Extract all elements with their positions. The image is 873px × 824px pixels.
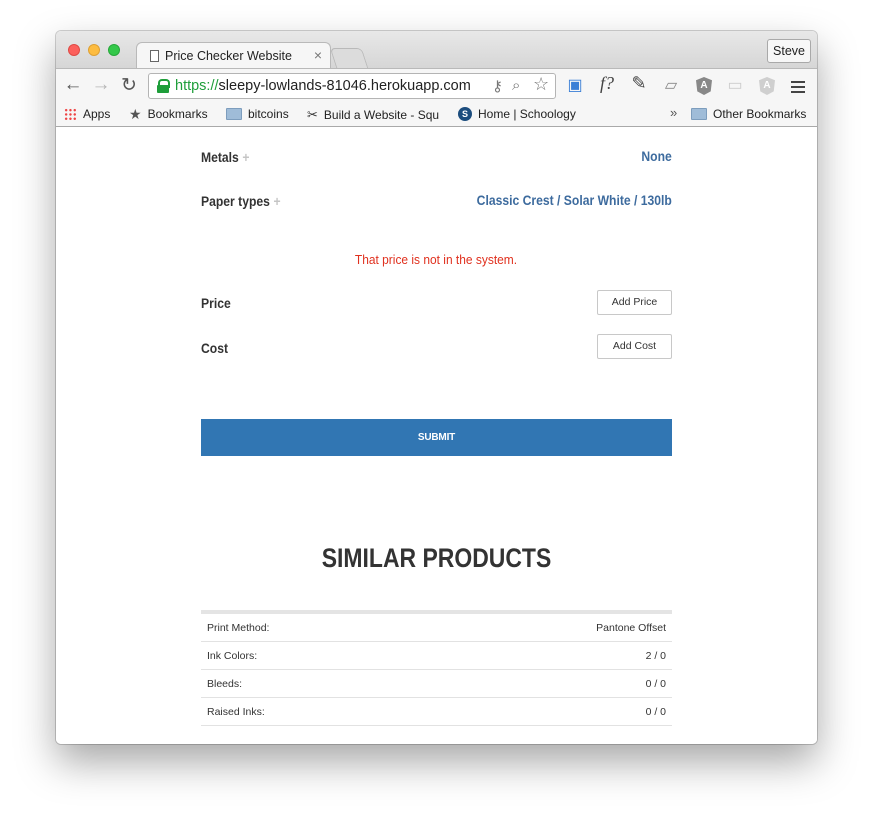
tab-title: Price Checker Website [165, 49, 292, 63]
paper-plus-icon[interactable]: + [273, 194, 280, 209]
browser-toolbar: ← → ↻ https://sleepy-lowlands-81046.hero… [56, 68, 817, 102]
profile-button[interactable]: Steve [767, 39, 811, 63]
squarespace-icon: ✂ [307, 107, 318, 122]
error-message: That price is not in the system. [354, 252, 518, 267]
bookmark-apps[interactable]: Apps [64, 107, 110, 121]
cost-label: Cost [201, 341, 228, 356]
angular-light-extension-icon[interactable]: A [759, 77, 775, 95]
submit-button[interactable]: SUBMIT [201, 419, 672, 456]
menu-icon[interactable] [791, 81, 805, 93]
star-icon: ★ [129, 106, 142, 122]
reload-icon[interactable]: ↻ [118, 74, 140, 97]
bookmark-star-icon[interactable]: ☆ [533, 74, 549, 95]
bookmark-other[interactable]: Other Bookmarks [691, 107, 806, 121]
paper-types-label[interactable]: Paper types + [201, 194, 281, 209]
add-price-button[interactable]: Add Price [597, 290, 672, 315]
metals-plus-icon[interactable]: + [242, 150, 249, 165]
ticket-extension-icon[interactable]: ▱ [660, 75, 682, 95]
blank-extension-icon[interactable]: ▭ [724, 75, 746, 95]
browser-window: Price Checker Website × Steve ← → ↻ http… [56, 31, 817, 744]
table-row: Ink Colors: 2 / 0 [201, 642, 672, 670]
similar-products-table: Print Method: Pantone Offset Ink Colors:… [201, 610, 672, 726]
edit-extension-icon[interactable]: ✎ [628, 73, 650, 94]
paper-types-value: Classic Crest / Solar White / 130lb [476, 193, 672, 208]
bookmark-schoology[interactable]: S Home | Schoology [458, 107, 576, 121]
new-tab-button[interactable] [329, 48, 369, 68]
back-arrow-icon[interactable]: ← [62, 74, 84, 96]
close-tab-icon[interactable]: × [314, 47, 322, 63]
table-row: Bleeds: 0 / 0 [201, 670, 672, 698]
bookmark-bitcoins[interactable]: bitcoins [226, 107, 289, 121]
bookmark-build-website[interactable]: ✂ Build a Website - Squ [307, 107, 447, 123]
forward-arrow-icon[interactable]: → [90, 74, 112, 96]
bookmarks-bar: Apps ★ Bookmarks bitcoins ✂ Build a Webs… [56, 102, 817, 127]
bookmark-bookmarks[interactable]: ★ Bookmarks [129, 107, 208, 121]
address-bar[interactable]: https://sleepy-lowlands-81046.herokuapp.… [148, 73, 556, 99]
bookmarks-overflow-icon[interactable]: » [670, 105, 677, 120]
title-bar: Price Checker Website × Steve [56, 31, 817, 69]
table-row: Raised Inks: 0 / 0 [201, 698, 672, 726]
zoom-icon[interactable]: ⌕ [512, 77, 520, 94]
tab-price-checker[interactable]: Price Checker Website × [136, 42, 331, 69]
minimize-window-button[interactable] [88, 44, 100, 56]
table-row: Print Method: Pantone Offset [201, 614, 672, 642]
schoology-icon: S [458, 107, 472, 121]
angular-extension-icon[interactable]: A [696, 77, 712, 95]
folder-icon [691, 108, 707, 120]
lock-icon [157, 79, 170, 93]
page-icon [150, 50, 159, 62]
add-cost-button[interactable]: Add Cost [597, 334, 672, 359]
close-window-button[interactable] [68, 44, 80, 56]
metals-value: None [641, 149, 672, 164]
key-icon[interactable]: ⚷ [492, 77, 503, 95]
apps-grid-icon [64, 107, 77, 121]
url-text: https://sleepy-lowlands-81046.herokuapp.… [175, 78, 471, 94]
page-content: Metals + None Paper types + Classic Crest … [56, 127, 817, 744]
similar-products-title: SIMILAR PRODUCTS [321, 543, 552, 573]
metals-label[interactable]: Metals + [201, 150, 250, 165]
folder-extension-icon[interactable]: ▣ [564, 75, 586, 95]
price-label: Price [201, 296, 231, 311]
function-extension-icon[interactable]: f? [596, 73, 618, 94]
maximize-window-button[interactable] [108, 44, 120, 56]
folder-icon [226, 108, 242, 120]
